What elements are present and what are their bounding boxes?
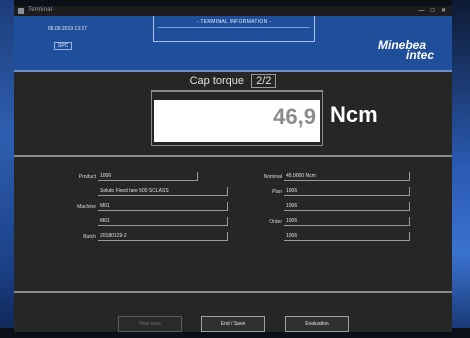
evaluation-button[interactable]: Evaluation [285,316,349,332]
window-title: Terminal [28,7,53,13]
product-label: Product [78,174,96,180]
maximize-icon[interactable]: □ [428,7,437,15]
new-save-button[interactable]: New save [118,316,182,332]
status-badge[interactable]: SPC [54,42,73,50]
desktop-right-edge [452,0,470,338]
machine-label: Machine [77,204,96,210]
window-titlebar[interactable]: Terminal — □ ✕ [14,6,452,16]
measurement-unit: Ncm [330,102,378,127]
product-code-field[interactable]: 1006 [98,172,198,181]
desktop-left-edge [0,0,14,338]
machine-field-1[interactable]: M01 [98,202,228,211]
header-datetime: 06.09.2019 13:27 [48,26,87,32]
action-button-bar: New save End / Save Evaluation [14,306,452,332]
measurement-value: 46,9 [273,104,316,129]
nominal-field[interactable]: 45,0000 Ncm [284,172,410,181]
brand-logo: Minebea intec [378,39,434,61]
measurement-title-label: Cap torque [189,75,245,87]
terminal-app-window: Terminal — □ ✕ 06.09.2019 13:27 SPC - TE… [14,6,452,332]
terminal-info-title: - TERMINAL INFORMATION - [196,19,272,25]
batch-label: Batch [83,234,96,240]
minimize-icon[interactable]: — [417,7,426,15]
end-save-button[interactable]: End / Save [201,316,265,332]
window-controls: — □ ✕ [417,7,448,15]
app-icon [18,8,24,14]
measurement-title: Cap torque 2/2 [14,74,452,88]
plan-field-2[interactable]: 1006 [284,202,410,211]
order-field-2[interactable]: 1006 [284,232,410,241]
measurement-page-indicator: 2/2 [251,74,277,88]
plan-label: Plan [271,189,282,195]
close-icon[interactable]: ✕ [439,7,448,15]
app-header: 06.09.2019 13:27 SPC - TERMINAL INFORMAT… [14,16,452,70]
plan-field-1[interactable]: 1006 [284,187,410,196]
terminal-info-panel: - TERMINAL INFORMATION - [153,16,315,42]
terminal-info-divider [158,27,310,28]
order-label: Order [269,219,282,225]
batch-field[interactable]: 20180129-2 [98,232,228,241]
nominal-label: Nominal [263,174,282,180]
order-field-1[interactable]: 1006 [284,217,410,226]
measurement-display: 46,9 [154,100,320,142]
header-separator [14,70,452,72]
